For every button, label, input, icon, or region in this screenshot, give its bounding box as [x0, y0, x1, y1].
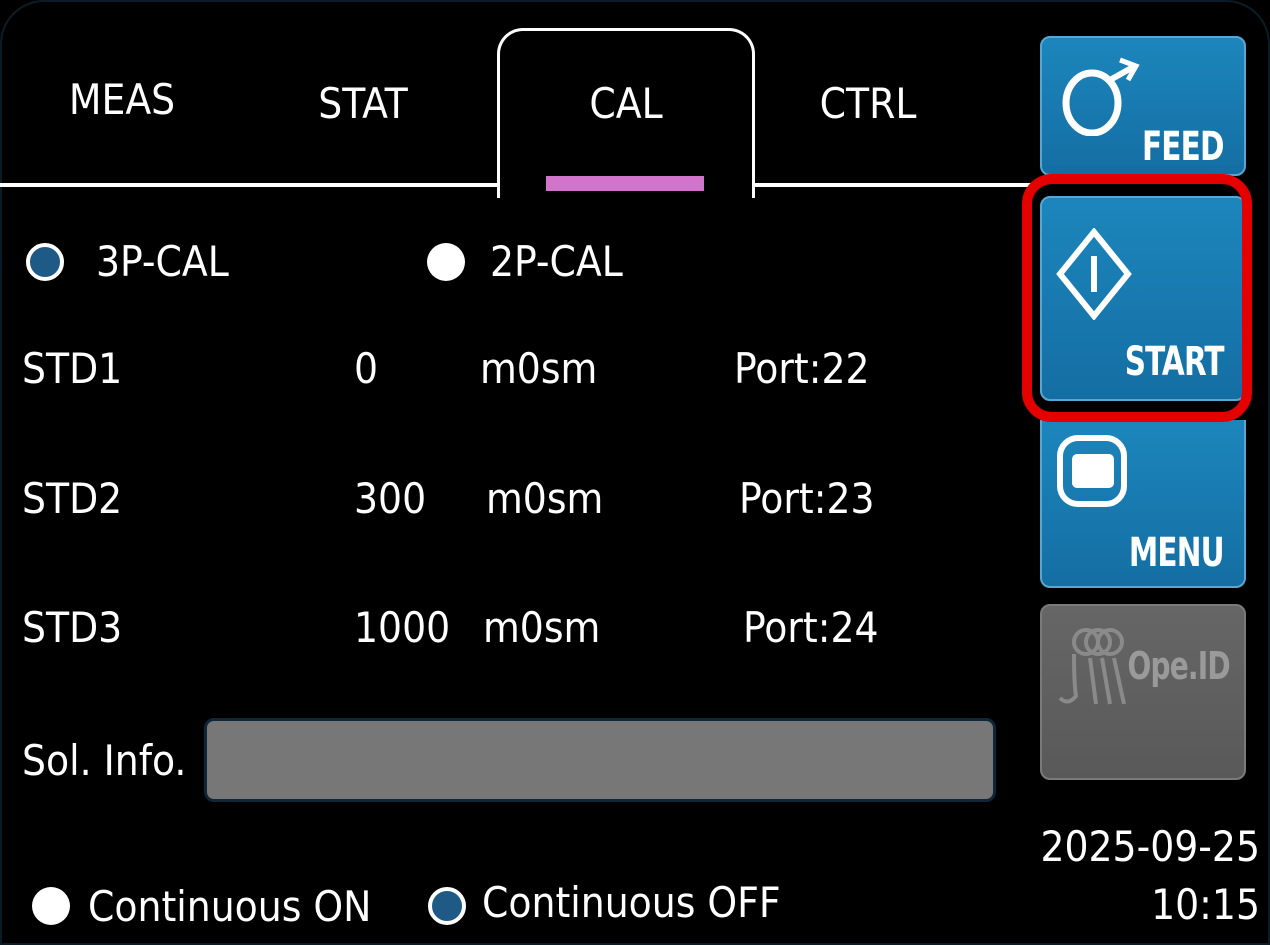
tab-ctrl[interactable]: CTRL	[790, 72, 946, 136]
operator-id-icon	[1058, 628, 1126, 705]
standard-value: 1000	[354, 603, 451, 652]
radio-selected-icon	[428, 887, 466, 925]
tab-stat[interactable]: STAT	[283, 72, 443, 136]
sol-info-field[interactable]	[204, 718, 996, 802]
tab-baseline-left	[0, 183, 497, 187]
radio-label: Continuous OFF	[482, 878, 781, 927]
standard-name: STD2	[22, 474, 123, 523]
radio-unselected-icon	[427, 243, 465, 281]
standard-port: Port:23	[739, 474, 875, 523]
active-tab-indicator	[546, 176, 704, 191]
tab-baseline-right	[755, 183, 1035, 187]
standard-unit: m0sm	[486, 474, 604, 523]
tab-meas[interactable]: MEAS	[40, 68, 204, 132]
date-display: 2025-09-25	[1040, 822, 1260, 871]
radio-label: 3P-CAL	[96, 237, 229, 286]
radio-unselected-icon	[32, 887, 70, 925]
menu-label: MENU	[1129, 530, 1225, 576]
standard-port: Port:24	[743, 603, 879, 652]
radio-label: Continuous ON	[88, 882, 372, 931]
time-display: 10:15	[1151, 880, 1260, 929]
sol-info-label: Sol. Info.	[22, 736, 187, 785]
tab-cal[interactable]: CAL	[500, 72, 752, 136]
operator-id-label: Ope.ID	[1127, 644, 1231, 688]
standard-name: STD1	[22, 344, 123, 393]
standard-unit: m0sm	[480, 344, 598, 393]
standard-value: 0	[354, 344, 379, 393]
radio-selected-icon	[26, 243, 64, 281]
standard-port: Port:22	[734, 344, 870, 393]
feed-icon	[1062, 57, 1140, 136]
feed-label: FEED	[1142, 124, 1225, 170]
standard-value: 300	[354, 474, 427, 523]
menu-icon	[1057, 435, 1127, 507]
standard-unit: m0sm	[483, 603, 601, 652]
standard-name: STD3	[22, 603, 123, 652]
start-button-highlight	[1022, 174, 1252, 422]
operator-id-button[interactable]: Ope.ID	[1040, 604, 1246, 780]
radio-label: 2P-CAL	[490, 237, 623, 286]
menu-button[interactable]: MENU	[1040, 420, 1246, 588]
feed-button[interactable]: FEED	[1040, 36, 1246, 176]
